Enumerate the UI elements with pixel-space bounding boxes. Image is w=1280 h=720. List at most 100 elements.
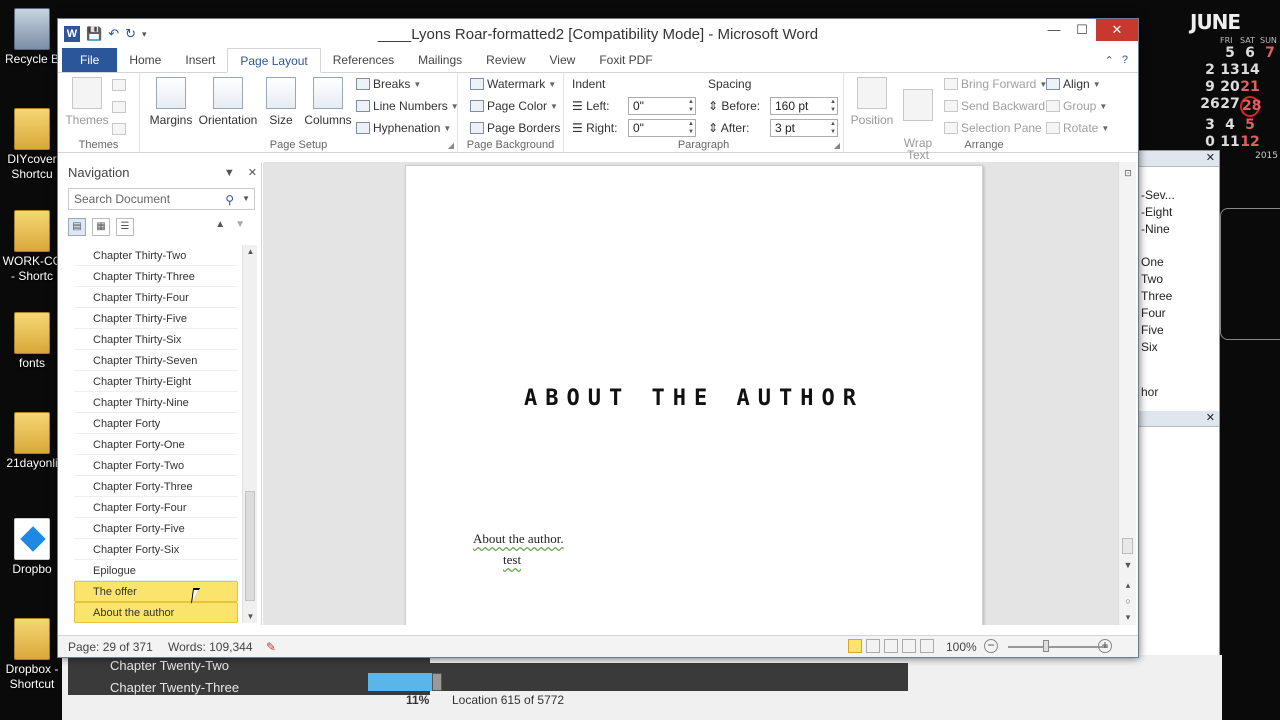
minimize-button[interactable]: — (1040, 19, 1068, 41)
spinner-icon[interactable]: ▲ ▼ (688, 98, 694, 114)
heading-item[interactable]: Chapter Forty-Three (74, 476, 238, 497)
desktop-icon[interactable]: 21dayonli (2, 412, 62, 471)
indent-left-input[interactable]: 0" ▲ ▼ (628, 97, 696, 115)
heading-item[interactable]: Chapter Forty-Six (74, 539, 238, 560)
send-backward-button[interactable]: Send Backward▼ (944, 99, 1056, 113)
proofing-icon[interactable]: ✎ (266, 640, 276, 654)
zoom-slider-handle[interactable] (1043, 640, 1049, 652)
close-icon[interactable]: ✕ (1206, 412, 1215, 424)
panel-item[interactable]: -Sev... (1141, 187, 1219, 204)
page-borders-button[interactable]: Page Borders (470, 121, 560, 135)
panel-item[interactable]: Four (1141, 305, 1219, 322)
heading-item[interactable]: Chapter Thirty-Seven (74, 350, 238, 371)
ruler-toggle-icon[interactable]: ⊡ (1119, 168, 1137, 179)
tab-page-layout[interactable]: Page Layout (227, 48, 321, 73)
navigation-scrollbar[interactable]: ▲ ▼ (242, 245, 257, 623)
headings-view-icon[interactable]: ▤ (68, 218, 86, 236)
heading-item[interactable]: Chapter Forty-Four (74, 497, 238, 518)
panel-item[interactable]: One (1141, 254, 1219, 271)
heading-item[interactable]: Chapter Forty-One (74, 434, 238, 455)
page-count[interactable]: Page: 29 of 371 (68, 640, 153, 654)
heading-item[interactable]: Chapter Thirty-Nine (74, 392, 238, 413)
web-layout-icon[interactable] (884, 639, 898, 653)
tab-mailings[interactable]: Mailings (406, 48, 474, 72)
hyphenation-button[interactable]: Hyphenation ▼ (356, 121, 451, 135)
bring-forward-button[interactable]: Bring Forward ▼ (944, 77, 1047, 91)
previous-page-icon[interactable]: ▴ (1119, 580, 1137, 591)
selection-pane-button[interactable]: Selection Pane (944, 121, 1042, 135)
up-arrow-icon[interactable]: ▲ (215, 219, 235, 230)
spacing-before-input[interactable]: 160 pt ▲ ▼ (770, 97, 838, 115)
minimize-ribbon-icon[interactable]: ⌃ (1105, 54, 1114, 67)
size-button[interactable]: Size (266, 77, 296, 127)
outline-icon[interactable] (902, 639, 916, 653)
scroll-up-icon[interactable]: ▲ (243, 247, 258, 256)
panel-item[interactable]: -Nine (1141, 221, 1219, 238)
zoom-level[interactable]: 100% (946, 640, 977, 654)
columns-button[interactable]: Columns (304, 77, 352, 127)
results-view-icon[interactable]: ☰ (116, 218, 134, 236)
watermark-button[interactable]: Watermark ▼ (470, 77, 556, 91)
reader-progress-bar[interactable] (368, 663, 908, 691)
group-button[interactable]: Group ▼ (1046, 99, 1107, 113)
panel-item[interactable]: Six (1141, 339, 1219, 356)
theme-effects-button[interactable] (112, 123, 126, 135)
print-layout-icon[interactable] (848, 639, 862, 653)
breaks-button[interactable]: Breaks ▼ (356, 77, 421, 91)
scroll-down-icon[interactable]: ▼ (243, 612, 258, 621)
heading-item[interactable]: Chapter Thirty-Eight (74, 371, 238, 392)
heading-item[interactable]: Chapter Forty-Five (74, 518, 238, 539)
word-count[interactable]: Words: 109,344 (168, 640, 253, 654)
margins-button[interactable]: Margins (148, 77, 194, 127)
close-button[interactable]: ✕ (1096, 19, 1138, 41)
heading-item[interactable]: Chapter Forty-Two (74, 455, 238, 476)
line-numbers-button[interactable]: Line Numbers ▼ (356, 99, 459, 113)
desktop-icon[interactable]: WORK-CC - Shortc (2, 210, 62, 284)
down-arrow-icon[interactable]: ▼ (235, 219, 255, 230)
tab-home[interactable]: Home (117, 48, 173, 72)
heading-item[interactable]: About the author (74, 602, 238, 623)
scroll-thumb[interactable] (245, 491, 255, 601)
position-button[interactable]: Position (850, 77, 894, 127)
tab-view[interactable]: View (538, 48, 588, 72)
tab-insert[interactable]: Insert (173, 48, 227, 72)
tab-references[interactable]: References (321, 48, 406, 72)
themes-button[interactable]: Themes (64, 77, 110, 127)
search-input[interactable]: Search Document ⚲ ▼ (68, 188, 255, 210)
page-color-button[interactable]: Page Color ▼ (470, 99, 558, 113)
heading-item[interactable]: Chapter Thirty-Four (74, 287, 238, 308)
panel-item[interactable]: Five (1141, 322, 1219, 339)
panel-item[interactable]: Three (1141, 288, 1219, 305)
align-button[interactable]: Align ▼ (1046, 77, 1101, 91)
tab-review[interactable]: Review (474, 48, 537, 72)
dialog-launcher-icon[interactable]: ◢ (448, 141, 454, 150)
spinner-icon[interactable]: ▲ ▼ (688, 120, 694, 136)
theme-fonts-button[interactable] (112, 101, 126, 113)
scroll-thumb[interactable] (1122, 538, 1133, 554)
close-icon[interactable]: ✕ (1206, 152, 1215, 164)
heading-item[interactable]: Epilogue (74, 560, 238, 581)
desktop-icon[interactable]: fonts (2, 312, 62, 371)
tab-foxit-pdf[interactable]: Foxit PDF (587, 48, 664, 72)
document-page[interactable]: ABOUT THE AUTHOR About the author. test (405, 165, 983, 625)
tab-file[interactable]: File (62, 48, 118, 72)
spinner-icon[interactable]: ▲ ▼ (830, 120, 836, 136)
orientation-button[interactable]: Orientation (196, 77, 260, 127)
help-icon[interactable]: ? (1122, 54, 1128, 67)
scroll-down-icon[interactable]: ▼ (1119, 560, 1137, 570)
chevron-down-icon[interactable]: ▼ (242, 189, 250, 209)
theme-colors-button[interactable] (112, 79, 126, 91)
heading-item[interactable]: The offer (74, 581, 238, 602)
maximize-button[interactable]: ☐ (1068, 19, 1096, 41)
chevron-down-icon[interactable]: ▼ (224, 167, 235, 179)
search-icon[interactable]: ⚲ (225, 190, 234, 210)
zoom-in-icon[interactable]: + (1098, 639, 1112, 653)
close-icon[interactable]: ✕ (248, 167, 257, 179)
draft-icon[interactable] (920, 639, 934, 653)
document-scrollbar[interactable]: ⊡ ▼ ▴ ○ ▾ (1118, 162, 1136, 625)
heading-item[interactable]: Chapter Thirty-Two (74, 245, 238, 266)
spacing-after-input[interactable]: 3 pt ▲ ▼ (770, 119, 838, 137)
indent-right-input[interactable]: 0" ▲ ▼ (628, 119, 696, 137)
heading-item[interactable]: Chapter Thirty-Six (74, 329, 238, 350)
spinner-icon[interactable]: ▲ ▼ (830, 98, 836, 114)
